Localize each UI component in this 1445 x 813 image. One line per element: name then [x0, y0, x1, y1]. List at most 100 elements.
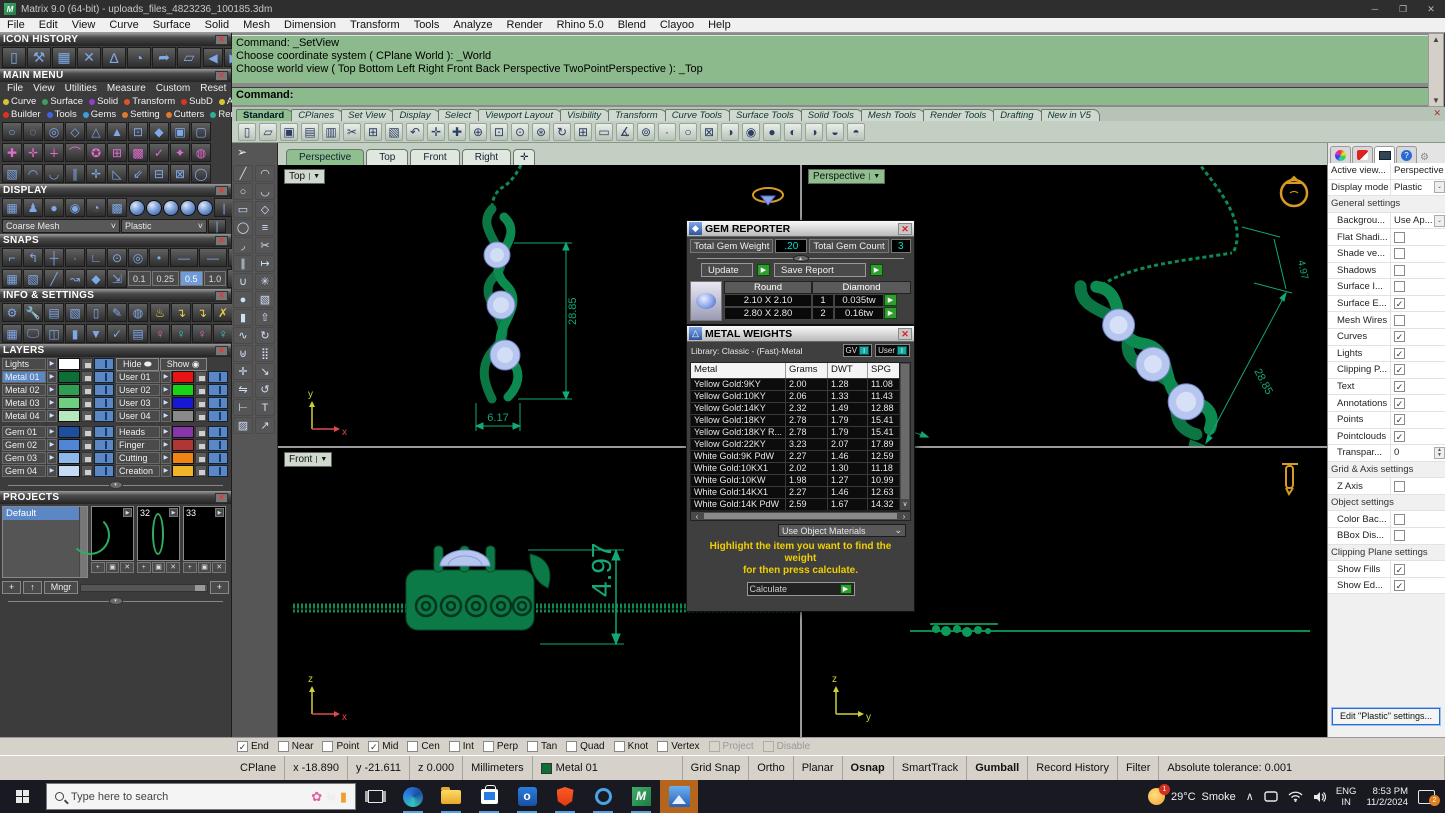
text-tool-icon[interactable]: T — [255, 399, 275, 416]
checkbox-pointclouds[interactable]: ✓ — [1394, 430, 1405, 442]
ring-tool-icon[interactable]: ♀ — [213, 324, 233, 343]
category-transform[interactable]: Transform — [124, 96, 175, 107]
settings-icon[interactable]: ▼ — [86, 324, 106, 343]
layer-visibility-toggle[interactable] — [207, 465, 228, 477]
setting-backgrou[interactable]: Backgrou... Use Ap... ⌄ — [1328, 212, 1445, 230]
thumbnail-play-icon[interactable]: ▶ — [123, 508, 132, 517]
project-thumbnail-0[interactable]: ▶ — [70, 506, 134, 561]
osnap-tan[interactable]: Tan — [527, 741, 557, 752]
checkbox-shade-ve[interactable] — [1394, 248, 1405, 260]
project-up-button[interactable]: ↑ — [23, 581, 42, 594]
close-icon[interactable]: ✕ — [215, 492, 228, 503]
setting-clipping-p[interactable]: Clipping P... ✓ — [1328, 362, 1445, 379]
layer-heads[interactable]: Heads — [116, 426, 160, 438]
layer-metal-03[interactable]: Metal 03 — [2, 397, 46, 409]
status-x-18-890[interactable]: x -18.890 — [285, 756, 348, 780]
layer-color-swatch[interactable] — [172, 371, 194, 383]
snap-mode-icon[interactable]: ▦ — [2, 269, 22, 288]
metal-row-white-gold-10kx1[interactable]: White Gold:10KX1 2.02 1.30 11.18 — [691, 462, 899, 474]
mesh-quality-dropdown[interactable]: Coarse Mesh ˅ — [2, 219, 120, 233]
zoom-selected-icon[interactable]: ⊙ — [511, 122, 529, 141]
menu-render[interactable]: Render — [500, 19, 550, 31]
menu-tool-icon[interactable]: ◌ — [23, 122, 43, 141]
save-report-button[interactable]: Save Report — [774, 263, 866, 277]
layer-metal-01[interactable]: Metal 01 — [2, 371, 46, 383]
osnap-checkbox-int[interactable] — [448, 741, 460, 752]
settings-icon[interactable]: ▦ — [2, 324, 22, 343]
gumball-tool-icon[interactable]: ✛ — [233, 363, 253, 380]
mirror-tool-icon[interactable]: ⇋ — [233, 381, 253, 398]
explode-tool-icon[interactable]: ✳ — [255, 273, 275, 290]
snap-icon[interactable]: ↰ — [23, 248, 43, 267]
duplicate-icon[interactable]: ⊞ — [364, 122, 382, 141]
split-tool-icon[interactable]: ∥ — [233, 255, 253, 272]
category-surface[interactable]: Surface — [42, 96, 83, 107]
dimension-height[interactable]: 4.97 — [528, 543, 624, 646]
export-arrow-icon[interactable]: ➦ — [152, 47, 176, 68]
save-file-icon[interactable]: ▣ — [280, 122, 298, 141]
mesh-grid-icon[interactable]: ▩ — [107, 198, 127, 217]
gem-table-row[interactable]: 2.80 X 2.80 2 0.16tw ▶ — [724, 307, 911, 320]
viewport-front-label[interactable]: Front ▼ — [284, 452, 333, 467]
checkbox-annotations[interactable]: ✓ — [1394, 397, 1405, 409]
layer-visibility-toggle[interactable] — [207, 384, 228, 396]
osnap-checkbox-vertex[interactable] — [657, 741, 669, 752]
grid-display-icon[interactable]: ▦ — [2, 198, 22, 217]
thumb-save-button[interactable]: ▣ — [151, 562, 166, 573]
necklace-chain[interactable] — [490, 165, 523, 208]
gem-row-run-icon[interactable]: ▶ — [884, 294, 897, 306]
osnap-end[interactable]: ✓ End — [237, 741, 269, 752]
material-dropdown[interactable]: Plastic ˅ — [121, 219, 207, 233]
setting-shade-ve[interactable]: Shade ve... — [1328, 245, 1445, 263]
layer-lock-icon[interactable] — [194, 371, 207, 383]
boolean-union-tool-icon[interactable]: ⊎ — [233, 345, 253, 362]
scale-balance-icon[interactable]: ∆ — [102, 47, 126, 68]
taskbar-app-task-view[interactable] — [356, 780, 394, 813]
close-icon[interactable]: ✕ — [898, 222, 912, 235]
main-menu-reset[interactable]: Reset — [195, 83, 231, 94]
history-toggle-icon[interactable]: ↴ — [171, 303, 191, 322]
thumbnail-play-icon[interactable]: ▶ — [169, 508, 178, 517]
join-tool-icon[interactable]: ∪ — [233, 273, 253, 290]
dimension-height[interactable]: 28.85 — [514, 241, 579, 401]
osnap-quad[interactable]: Quad — [566, 741, 605, 752]
layer-visibility-toggle[interactable] — [93, 371, 114, 383]
zoom-extents-icon[interactable]: ⊛ — [532, 122, 550, 141]
render-sphere-2-icon[interactable]: ◐ — [784, 122, 802, 141]
rotate-tool-icon[interactable]: ↺ — [255, 381, 275, 398]
ring-tool-icon[interactable]: ♀ — [150, 324, 170, 343]
layers-splitter[interactable]: ▾ — [8, 481, 223, 489]
category-gems[interactable]: Gems — [82, 109, 116, 120]
metal-row-white-gold-14kx1[interactable]: White Gold:14KX1 2.27 1.46 12.63 — [691, 486, 899, 498]
settings-icon[interactable]: ▮ — [65, 324, 85, 343]
category-setting[interactable]: Setting — [122, 109, 160, 120]
project-add-button[interactable]: + — [2, 581, 22, 594]
update-button[interactable]: Update — [701, 263, 753, 277]
layer-metal-04[interactable]: Metal 04 — [2, 410, 46, 422]
chevron-down-icon[interactable]: ⌄ — [1434, 181, 1445, 194]
display-extra-icon[interactable]: | — [208, 219, 226, 233]
layer-lock-icon[interactable] — [80, 426, 93, 438]
layer-visibility-toggle[interactable] — [207, 371, 228, 383]
ellipse-tool-icon[interactable]: ◯ — [233, 219, 253, 236]
hatch-tool-icon[interactable]: ▨ — [233, 417, 253, 434]
new-file-icon[interactable]: ▯ — [238, 122, 256, 141]
save-report-run-icon[interactable]: ▶ — [870, 264, 883, 276]
setting-bbox-dis[interactable]: BBox Dis... — [1328, 528, 1445, 545]
hidden-icons-chevron[interactable]: ∧ — [1246, 790, 1254, 803]
osnap-checkbox-quad[interactable] — [566, 741, 578, 752]
viewport-tab-perspective[interactable]: Perspective — [286, 149, 365, 165]
toolbar-tab-cplanes[interactable]: CPlanes — [291, 109, 344, 121]
user-toggle[interactable]: User I — [875, 344, 910, 357]
curve-tool-icon[interactable]: ◠ — [255, 165, 275, 182]
layer-color-swatch[interactable] — [172, 426, 194, 438]
close-icon[interactable]: ✕ — [898, 327, 912, 340]
menu-tool-icon[interactable]: ◠ — [23, 164, 43, 183]
pan-icon[interactable]: ✛ — [427, 122, 445, 141]
setting-flat-shadi[interactable]: Flat Shadi... — [1328, 229, 1445, 246]
close-icon[interactable]: ✕ — [215, 345, 228, 356]
clock[interactable]: 8:53 PM 11/2/2024 — [1366, 786, 1408, 808]
layer-lock-icon[interactable] — [80, 397, 93, 409]
menu-tool-icon[interactable]: ▣ — [170, 122, 190, 141]
toolbar-close-icon[interactable]: ✕ — [1433, 108, 1441, 119]
